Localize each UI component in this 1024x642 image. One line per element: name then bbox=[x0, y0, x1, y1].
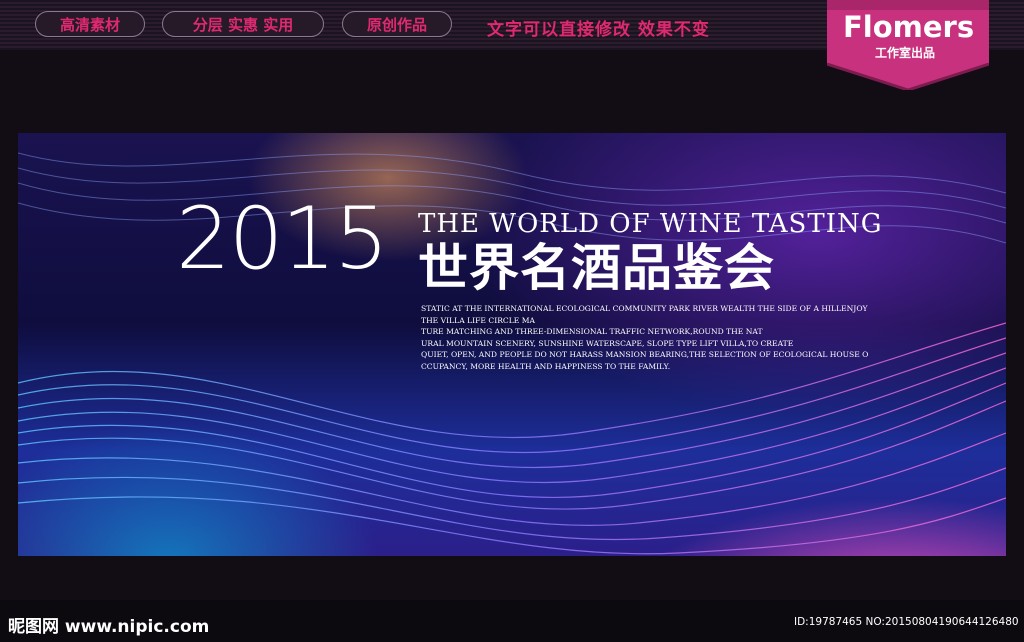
description-line: QUIET, OPEN, AND PEOPLE DO NOT HARASS MA… bbox=[421, 350, 869, 359]
tag-layered: 分层 实惠 实用 bbox=[162, 11, 324, 37]
description-line: CCUPANCY, MORE HEALTH AND HAPPINESS TO T… bbox=[421, 361, 671, 371]
event-year: 2015 bbox=[176, 189, 389, 289]
banner-image: 2015 THE WORLD OF WINE TASTING 世界名酒品鉴会 S… bbox=[18, 133, 1006, 556]
description-line: STATIC AT THE INTERNATIONAL ECOLOGICAL C… bbox=[421, 304, 868, 313]
description-line: THE VILLA LIFE CIRCLE MA bbox=[421, 315, 535, 325]
description-line: TURE MATCHING AND THREE-DIMENSIONAL TRAF… bbox=[421, 327, 763, 336]
event-title-cn: 世界名酒品鉴会 bbox=[418, 238, 775, 297]
tag-hd-material: 高清素材 bbox=[35, 11, 145, 37]
slogan-text: 文字可以直接修改 效果不变 bbox=[487, 20, 710, 40]
brand-subtitle: 工作室出品 bbox=[875, 46, 936, 60]
brand-title: Flomers bbox=[843, 10, 975, 44]
tag-original: 原创作品 bbox=[342, 11, 452, 37]
image-id: ID:19787465 NO:20150804190644126480 bbox=[794, 616, 1019, 628]
event-title-en: THE WORLD OF WINE TASTING bbox=[418, 209, 883, 239]
watermark-site: 昵图网 www.nipic.com bbox=[8, 617, 210, 637]
event-description: STATIC AT THE INTERNATIONAL ECOLOGICAL C… bbox=[421, 303, 941, 372]
description-line: URAL MOUNTAIN SCENERY, SUNSHINE WATERSCA… bbox=[421, 338, 794, 348]
